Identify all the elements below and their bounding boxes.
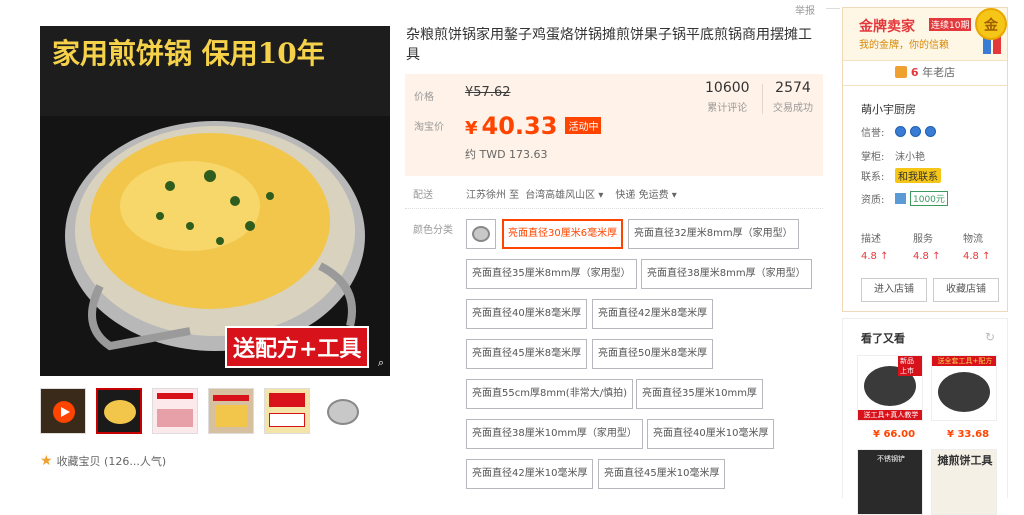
gold-medal-icon: 金 [975,8,1007,40]
gold-seller-tag: 连续10期 [929,18,972,31]
sale-price-value: 40.33 [481,112,558,140]
shop-icon [894,66,907,78]
color-option-5[interactable]: 亮面直径40厘米8毫米厚 [466,299,588,329]
thumbnail-strip [40,388,366,434]
promo-badge: 活动中 [565,117,602,134]
id-card-icon [895,193,906,204]
color-option-3[interactable]: 亮面直径35厘米8mm厚（家用型） [466,259,637,289]
color-label: 颜色分类 [413,225,453,236]
contact-button[interactable]: 和我联系 [895,168,941,183]
color-option-7[interactable]: 亮面直径45厘米8毫米厚 [466,339,588,369]
color-option-6[interactable]: 亮面直径42厘米8毫米厚 [592,299,714,329]
product-main-image[interactable]: 家用煎饼锅 保用10年 送配方+工具 ⌕ [40,26,390,376]
product-title: 杂粮煎饼锅家用鏊子鸡蛋烙饼锅摊煎饼果子锅平底煎锅商用摆摊工具 [406,27,812,63]
diamond-icon [895,126,906,137]
thumbnail-5[interactable] [264,388,310,434]
color-option-13[interactable]: 亮面直径42厘米10毫米厚 [466,459,594,489]
original-price: ¥57.62 [465,85,511,100]
price-panel: 价格 ¥57.62 淘宝价 ¥ 40.33 活动中 约 TWD 173.63 1… [405,74,823,176]
color-option-8[interactable]: 亮面直径50厘米8毫米厚 [592,339,714,369]
credit-row: 信誉: [861,124,936,139]
enter-shop-button[interactable]: 进入店铺 [861,278,927,302]
sales-count: 2574 交易成功 [773,80,813,114]
shop-name[interactable]: 萌小宇厨房 [861,101,916,117]
qualification-row: 资质: 1000元 [861,191,948,206]
image-headline: 家用煎饼锅 保用10年 [52,37,325,70]
color-option-10[interactable]: 亮面直径35厘米10mm厚 [636,379,763,409]
thumbnail-2[interactable] [96,388,142,434]
image-promo: 送配方+工具 [225,326,370,368]
price-label: 价格 [414,92,434,103]
keeper-name[interactable]: 沫小艳 [895,148,925,163]
diamond-icon [910,126,921,137]
score-description: 描述 4.8 ↑ [861,234,889,262]
thumbnail-6[interactable] [320,388,366,434]
favorite-item[interactable]: ★ 收藏宝贝 (126...人气) [40,453,166,469]
color-option-11[interactable]: 亮面直径38厘米10mm厚（家用型） [466,419,643,449]
gold-seller-banner: 金牌卖家 连续10期 我的金牌，你的信赖 金 [843,8,1007,60]
chevron-down-icon: ▾ [671,190,677,201]
thumbnail-4[interactable] [208,388,254,434]
also-viewed-title: 看了又看 [861,332,905,345]
recommended-item-4[interactable]: 摊煎饼工具 [931,449,997,515]
taobao-price-label: 淘宝价 [414,122,444,133]
score-service: 服务 4.8 ↑ [913,234,941,262]
color-option-2[interactable]: 亮面直径32厘米8mm厚（家用型） [628,219,799,249]
score-logistics: 物流 4.8 ↑ [963,234,991,262]
shipping-row: 配送 江苏徐州 至 台湾高雄风山区 ▾ 快递 免运费 ▾ [413,186,677,201]
recommended-price-1: ¥ 66.00 [873,429,916,440]
review-count[interactable]: 10600 累计评论 [705,80,750,114]
shipping-label: 配送 [413,190,433,201]
currency-symbol: ¥ [465,118,478,139]
refresh-icon[interactable]: ↻ [985,330,995,344]
deposit-badge[interactable]: 1000元 [910,191,948,206]
gold-seller-title: 金牌卖家 [859,19,915,35]
recommended-item-3[interactable]: 不锈钢铲 [857,449,923,515]
color-option-1[interactable]: 亮面直径30厘米6毫米厚 [502,219,624,249]
sale-price: ¥ 40.33 活动中 [465,112,602,140]
ship-to-select[interactable]: 台湾高雄风山区 ▾ [525,186,603,201]
diamond-icon [925,126,936,137]
zoom-icon[interactable]: ⌕ [378,356,384,370]
recommended-item-2[interactable]: 送全套工具+配方 [931,355,997,421]
shop-panel: 金牌卖家 连续10期 我的金牌，你的信赖 金 6 年老店 萌小宇厨房 信誉: 掌… [842,7,1008,312]
favorite-label: 收藏宝贝 (126...人气) [56,455,167,468]
color-option-12[interactable]: 亮面直径40厘米10毫米厚 [647,419,775,449]
ship-from: 江苏徐州 至 [466,190,520,201]
recommended-item-1[interactable]: 新品上市 送工具+真人教学 [857,355,923,421]
divider [826,8,840,9]
chevron-down-icon: ▾ [598,190,604,201]
color-option-9[interactable]: 亮面直55cm厚8mm(非常大/慎拍) [466,379,633,409]
report-link[interactable]: 举报 [795,2,815,17]
gold-seller-slogan: 我的金牌，你的信赖 [859,40,949,51]
divider [762,84,763,114]
also-viewed-panel: 看了又看 ↻ 新品上市 送工具+真人教学 ¥ 66.00 送全套工具+配方 ¥ … [842,318,1008,515]
star-icon: ★ [40,453,53,469]
twd-price: 约 TWD 173.63 [465,148,548,161]
favorite-shop-button[interactable]: 收藏店铺 [933,278,999,302]
color-option-4[interactable]: 亮面直径38厘米8mm厚（家用型） [641,259,812,289]
color-option-14[interactable]: 亮面直径45厘米10毫米厚 [598,459,726,489]
ship-method-select[interactable]: 快递 免运费 ▾ [615,186,676,201]
keeper-row: 掌柜: 沫小艳 [861,148,925,163]
shop-age: 6 年老店 [843,60,1007,86]
thumbnail-video[interactable] [40,388,86,434]
recommended-price-2: ¥ 33.68 [947,429,990,440]
divider [405,208,823,209]
thumbnail-3[interactable] [152,388,198,434]
contact-row: 联系: 和我联系 [861,168,941,183]
color-swatch-image[interactable] [466,219,496,249]
